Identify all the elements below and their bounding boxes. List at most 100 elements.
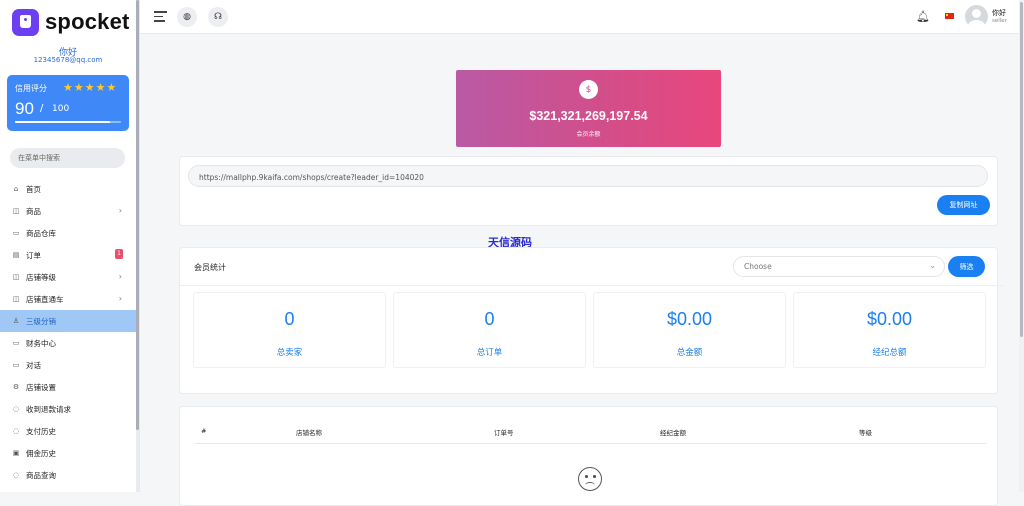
sidebar-item[interactable]: ⚙ 店铺设置 xyxy=(0,376,136,398)
sidebar-item-label: 店铺设置 xyxy=(26,382,56,392)
period-select-value: Choose xyxy=(744,262,772,271)
sidebar: spocket 你好 12345678@qq.com 信用评分 ★★★★★ 90… xyxy=(0,0,140,492)
sidebar-item-label: 佣金历史 xyxy=(26,448,56,458)
stat-value: 0 xyxy=(484,309,495,329)
stat-card-total-sellers: 0 总卖家 xyxy=(193,292,386,368)
sidebar-item[interactable]: ▭ 对话 xyxy=(0,354,136,376)
sidebar-item[interactable]: ◌ 支付历史 xyxy=(0,420,136,442)
table-header-level: 等级 xyxy=(859,429,872,437)
warehouse-icon: ▭ xyxy=(12,229,20,237)
stat-label: 总订单 xyxy=(476,348,503,358)
sidebar-item[interactable]: ⌂ 首页 xyxy=(0,178,136,200)
sidebar-item-label: 商品 xyxy=(26,206,41,216)
topbar: ◍ ☊ 🔔︎ 你好 seller xyxy=(140,0,1020,34)
sidebar-item[interactable]: ◌ 收到退款请求 xyxy=(0,398,136,420)
payment-history-icon: ◌ xyxy=(12,427,20,435)
dollar-icon: $ xyxy=(579,80,598,99)
sidebar-item-label: 对话 xyxy=(26,360,41,370)
stat-label: 总卖家 xyxy=(276,348,303,358)
sidebar-scrollbar[interactable] xyxy=(136,0,139,492)
china-flag-icon[interactable] xyxy=(945,13,954,19)
sidebar-item-label: 店铺等级 xyxy=(26,272,56,282)
sidebar-item[interactable]: ◫ 商品 › xyxy=(0,200,136,222)
support-icon[interactable]: ☊ xyxy=(208,7,228,27)
sidebar-item[interactable]: ◌ 商品查询 xyxy=(0,464,136,486)
distribution-table-panel: # 店铺名称 订单号 经纪金额 等级 xyxy=(179,406,998,506)
commission-icon: ▣ xyxy=(12,449,20,457)
chevron-right-icon: › xyxy=(118,272,122,281)
stat-value: $0.00 xyxy=(666,309,713,329)
spocket-logo-icon xyxy=(12,8,39,36)
sidebar-item-label: 商品仓库 xyxy=(26,228,56,238)
shop-level-icon: ◫ xyxy=(12,273,20,281)
sidebar-item-label: 三级分销 xyxy=(26,316,56,326)
stat-card-total-amount: $0.00 总金额 xyxy=(593,292,786,368)
copy-link-button[interactable]: 复制网址 xyxy=(937,195,990,215)
stat-value: 0 xyxy=(284,309,295,329)
product-search-icon: ◌ xyxy=(12,471,20,479)
sidebar-item[interactable]: ▤ 订单 1 xyxy=(0,244,136,266)
stat-card-total-orders: 0 总订单 xyxy=(393,292,586,368)
bag-icon: ◫ xyxy=(12,207,20,215)
sidebar-item[interactable]: ▭ 财务中心 xyxy=(0,332,136,354)
stats-title: 会员统计 xyxy=(194,263,226,272)
filter-button[interactable]: 筛选 xyxy=(948,256,985,277)
chat-icon: ▭ xyxy=(12,361,20,369)
invite-link-field[interactable] xyxy=(188,165,988,187)
sidebar-item-label: 财务中心 xyxy=(26,338,56,348)
sidebar-item-label: 收到退款请求 xyxy=(26,404,71,414)
brand-logo[interactable]: spocket xyxy=(12,8,130,36)
stat-label: 经纪总额 xyxy=(872,348,907,358)
chevron-right-icon: › xyxy=(118,206,122,215)
credit-score: 90 xyxy=(15,99,34,118)
sidebar-scrollbar-thumb[interactable] xyxy=(136,0,139,430)
stat-label: 总金额 xyxy=(676,348,703,358)
settings-icon: ⚙ xyxy=(12,383,20,391)
shop-car-icon: ◫ xyxy=(12,295,20,303)
sidebar-item-label: 订单 xyxy=(26,250,41,260)
distribution-icon: ♙ xyxy=(12,317,20,325)
finance-icon: ▭ xyxy=(12,339,20,347)
page-scrollbar[interactable] xyxy=(1019,0,1024,492)
balance-label: 会员余额 xyxy=(576,131,601,138)
bell-icon[interactable]: 🔔︎ xyxy=(916,10,930,23)
page-scrollbar-thumb[interactable] xyxy=(1020,2,1023,337)
avatar[interactable] xyxy=(965,5,988,28)
member-balance-card: $ $321,321,269,197.54 会员余额 xyxy=(456,70,721,147)
order-icon: ▤ xyxy=(12,251,20,259)
menu-search-input[interactable] xyxy=(10,148,125,168)
user-email: 12345678@qq.com xyxy=(33,56,103,64)
brand-name: spocket xyxy=(45,9,130,34)
stat-card-brokerage-total: $0.00 经纪总额 xyxy=(793,292,986,368)
period-select[interactable]: Choose ⌄ xyxy=(733,256,945,277)
sidebar-menu: ⌂ 首页 ◫ 商品 › ▭ 商品仓库 ▤ 订单 1 ◫ 店铺等级 › ◫ 店铺直通车 › ♙ 三级分销 ▭ 财务中心 ▭… xyxy=(0,178,136,486)
sidebar-item-label: 支付历史 xyxy=(26,426,56,436)
table-header-brokerage: 经纪金额 xyxy=(660,429,686,437)
home-icon: ⌂ xyxy=(13,185,19,193)
rating-stars-icon: ★★★★★ xyxy=(63,81,118,94)
member-stats-panel: 会员统计 Choose ⌄ 筛选 0 总卖家 0 总订单 $0.00 总金额 $… xyxy=(179,247,1005,394)
sidebar-item-label: 店铺直通车 xyxy=(26,294,64,304)
sidebar-item-label: 首页 xyxy=(26,184,41,194)
sidebar-item-label: 商品查询 xyxy=(26,470,56,480)
credit-label: 信用评分 xyxy=(15,84,47,93)
order-count-badge: 1 xyxy=(115,249,123,259)
globe-icon[interactable]: ◍ xyxy=(177,7,197,27)
stats-divider xyxy=(180,285,1005,286)
empty-sad-face-icon xyxy=(578,467,602,491)
topbar-user-role: seller xyxy=(992,18,1007,24)
chevron-right-icon: › xyxy=(118,294,122,303)
stat-value: $0.00 xyxy=(866,309,913,329)
topbar-user-name[interactable]: 你好 xyxy=(992,8,1006,18)
credit-total: 100 xyxy=(52,104,70,114)
credit-progress-fill xyxy=(15,121,111,123)
sidebar-item[interactable]: ▭ 商品仓库 xyxy=(0,222,136,244)
sidebar-item[interactable]: ▣ 佣金历史 xyxy=(0,442,136,464)
menu-toggle-icon[interactable] xyxy=(154,11,167,22)
refund-icon: ◌ xyxy=(12,405,20,413)
chevron-down-icon: ⌄ xyxy=(929,261,936,270)
sidebar-item[interactable]: ◫ 店铺直通车 › xyxy=(0,288,136,310)
sidebar-item[interactable]: ◫ 店铺等级 › xyxy=(0,266,136,288)
sidebar-item[interactable]: ♙ 三级分销 xyxy=(0,310,136,332)
table-header-divider xyxy=(194,443,986,444)
